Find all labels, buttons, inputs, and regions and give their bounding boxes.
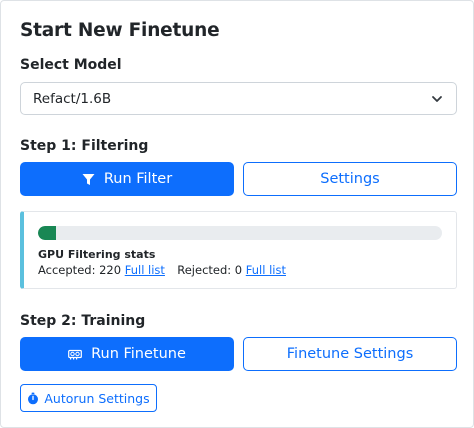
autorun-settings-button[interactable]: Autorun Settings bbox=[20, 384, 157, 412]
page-title: Start New Finetune bbox=[20, 20, 220, 41]
filter-progress-fill bbox=[38, 226, 57, 240]
finetune-settings-label: Finetune Settings bbox=[286, 346, 414, 362]
stats-summary: Accepted: 220 Full list Rejected: 0 Full… bbox=[38, 263, 286, 277]
select-model-label: Select Model bbox=[20, 57, 122, 73]
accepted-count: Accepted: 220 bbox=[38, 263, 122, 277]
run-filter-button[interactable]: Run Filter bbox=[20, 162, 234, 196]
rejected-count: Rejected: 0 bbox=[177, 263, 243, 277]
stats-title: GPU Filtering stats bbox=[38, 248, 156, 261]
step2-label: Step 2: Training bbox=[20, 313, 146, 329]
filter-icon bbox=[82, 173, 95, 186]
autorun-settings-label: Autorun Settings bbox=[44, 390, 150, 406]
filter-progress-bar bbox=[38, 226, 442, 240]
filtering-stats-card: GPU Filtering stats Accepted: 220 Full l… bbox=[20, 211, 457, 289]
finetune-panel: Start New Finetune Select Model Refact/1… bbox=[0, 0, 474, 428]
stopwatch-icon bbox=[27, 392, 39, 405]
filter-settings-button[interactable]: Settings bbox=[243, 162, 457, 196]
run-finetune-label: Run Finetune bbox=[91, 346, 186, 362]
gpu-card-icon bbox=[68, 349, 82, 360]
chevron-down-icon bbox=[432, 96, 442, 102]
filter-settings-label: Settings bbox=[320, 171, 380, 187]
accepted-full-list-link[interactable]: Full list bbox=[125, 263, 165, 277]
step1-label: Step 1: Filtering bbox=[20, 138, 149, 154]
rejected-full-list-link[interactable]: Full list bbox=[246, 263, 286, 277]
model-select[interactable]: Refact/1.6B bbox=[20, 82, 457, 115]
run-filter-label: Run Filter bbox=[103, 171, 173, 187]
run-finetune-button[interactable]: Run Finetune bbox=[20, 337, 234, 371]
model-select-value: Refact/1.6B bbox=[33, 90, 112, 107]
finetune-settings-button[interactable]: Finetune Settings bbox=[243, 337, 457, 371]
